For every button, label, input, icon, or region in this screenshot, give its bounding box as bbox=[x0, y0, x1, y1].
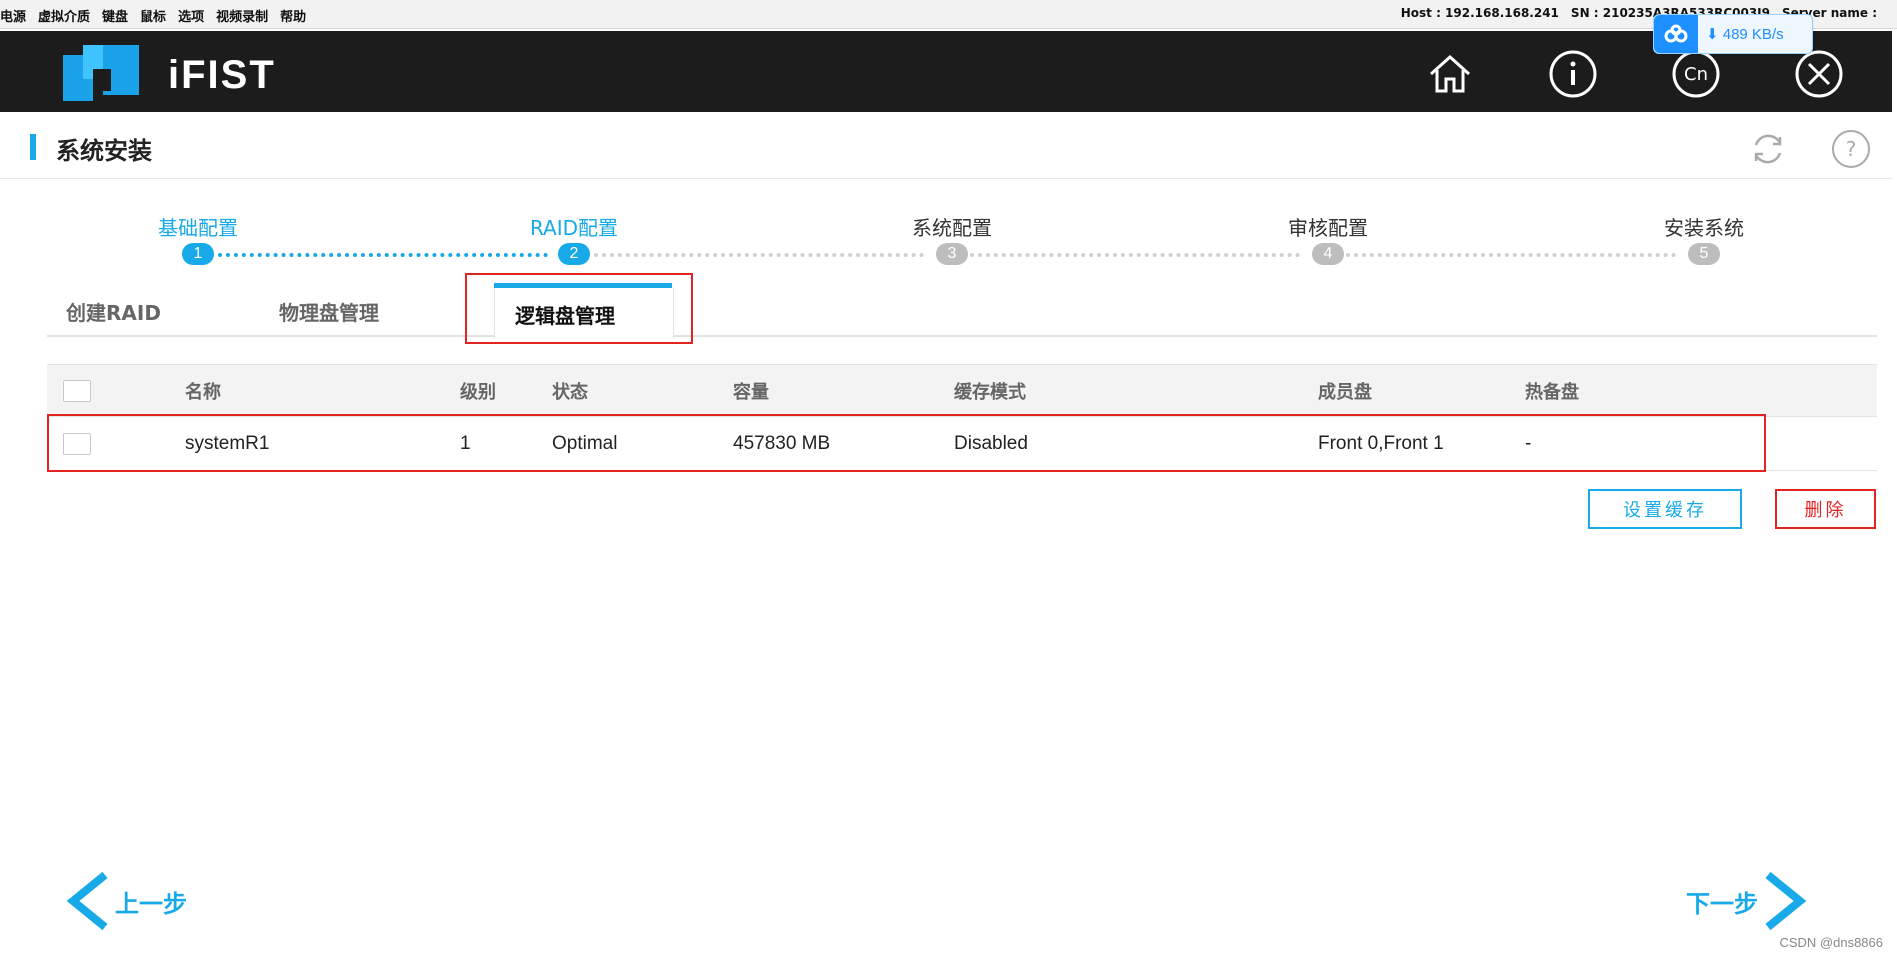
download-speed-text: ⬇ 489 KB/s bbox=[1706, 26, 1784, 43]
step-3-number: 3 bbox=[936, 243, 968, 265]
menu-video-record[interactable]: 视频录制 bbox=[216, 6, 268, 25]
prev-step-button[interactable]: 上一步 bbox=[63, 871, 187, 931]
raid-tabs: 创建RAID 物理盘管理 bbox=[47, 283, 1877, 337]
language-icon[interactable]: Cn bbox=[1671, 49, 1721, 99]
step-connector-3 bbox=[970, 253, 1300, 257]
step-connector-2 bbox=[594, 253, 924, 257]
refresh-icon[interactable] bbox=[1748, 129, 1788, 169]
menu-help[interactable]: 帮助 bbox=[280, 6, 306, 25]
next-step-label: 下一步 bbox=[1686, 889, 1758, 918]
step-5-number: 5 bbox=[1688, 243, 1720, 265]
chevron-left-icon bbox=[66, 871, 108, 931]
step-3-label: 系统配置 bbox=[912, 216, 992, 240]
header-hot-spare: 热备盘 bbox=[1525, 381, 1579, 403]
set-cache-button[interactable]: 设置缓存 bbox=[1588, 489, 1742, 529]
menu-power[interactable]: 电源 bbox=[0, 6, 26, 25]
step-4-number: 4 bbox=[1312, 243, 1344, 265]
page-title: 系统安装 bbox=[56, 137, 152, 165]
step-1-number: 1 bbox=[182, 243, 214, 265]
top-header: iFIST Cn bbox=[0, 31, 1892, 112]
help-icon[interactable]: ? bbox=[1831, 129, 1871, 169]
header-name: 名称 bbox=[185, 381, 221, 403]
cloud-icon bbox=[1654, 15, 1698, 53]
brand-name: iFIST bbox=[168, 53, 276, 97]
menu-list: 电源 虚拟介质 键盘 鼠标 选项 视频录制 帮助 bbox=[0, 6, 306, 25]
delete-button[interactable]: 删除 bbox=[1775, 489, 1876, 529]
step-5-label: 安装系统 bbox=[1664, 216, 1744, 240]
menu-keyboard[interactable]: 键盘 bbox=[102, 6, 128, 25]
select-all-checkbox[interactable] bbox=[63, 379, 91, 402]
menu-options[interactable]: 选项 bbox=[178, 6, 204, 25]
header-cache-mode: 缓存模式 bbox=[954, 381, 1026, 403]
menu-virtual-media[interactable]: 虚拟介质 bbox=[38, 6, 90, 25]
info-icon[interactable] bbox=[1548, 49, 1598, 99]
ifist-logo-icon bbox=[63, 45, 139, 101]
step-1-label: 基础配置 bbox=[158, 216, 238, 240]
tab-physical-disk-management[interactable]: 物理盘管理 bbox=[279, 297, 379, 326]
chevron-right-icon bbox=[1765, 871, 1807, 931]
header-level: 级别 bbox=[460, 381, 496, 403]
title-accent-bar bbox=[30, 134, 36, 160]
svg-text:?: ? bbox=[1846, 137, 1857, 161]
header-status: 状态 bbox=[552, 381, 588, 403]
install-stepper: 基础配置 1 RAID配置 2 系统配置 3 审核配置 4 安装系统 5 bbox=[0, 178, 1892, 268]
step-connector-4 bbox=[1346, 253, 1676, 257]
step-2-label: RAID配置 bbox=[529, 216, 619, 240]
tab-create-raid[interactable]: 创建RAID bbox=[66, 297, 161, 326]
menubar: 电源 虚拟介质 键盘 鼠标 选项 视频录制 帮助 Host : 192.168.… bbox=[0, 0, 1897, 29]
select-all-cell bbox=[63, 365, 91, 416]
header-member-disks: 成员盘 bbox=[1318, 381, 1372, 403]
step-4-label: 审核配置 bbox=[1288, 216, 1368, 240]
svg-text:Cn: Cn bbox=[1684, 64, 1708, 85]
host-address: Host : 192.168.168.241 bbox=[1400, 6, 1559, 20]
annotation-box-tab bbox=[465, 273, 693, 344]
annotation-box-row bbox=[47, 414, 1766, 472]
watermark: CSDN @dns8866 bbox=[1779, 935, 1883, 950]
step-2-number: 2 bbox=[558, 243, 590, 265]
step-connector-1 bbox=[218, 253, 548, 257]
close-icon[interactable] bbox=[1794, 49, 1844, 99]
home-icon[interactable] bbox=[1425, 49, 1475, 99]
table-header: 名称 级别 状态 容量 缓存模式 成员盘 热备盘 bbox=[47, 364, 1877, 417]
header-capacity: 容量 bbox=[733, 381, 769, 403]
download-speed-badge[interactable]: ⬇ 489 KB/s bbox=[1653, 14, 1813, 54]
prev-step-label: 上一步 bbox=[115, 889, 187, 918]
menu-mouse[interactable]: 鼠标 bbox=[140, 6, 166, 25]
page-title-row: 系统安装 ? bbox=[0, 112, 1892, 179]
next-step-button[interactable]: 下一步 bbox=[1686, 871, 1810, 931]
